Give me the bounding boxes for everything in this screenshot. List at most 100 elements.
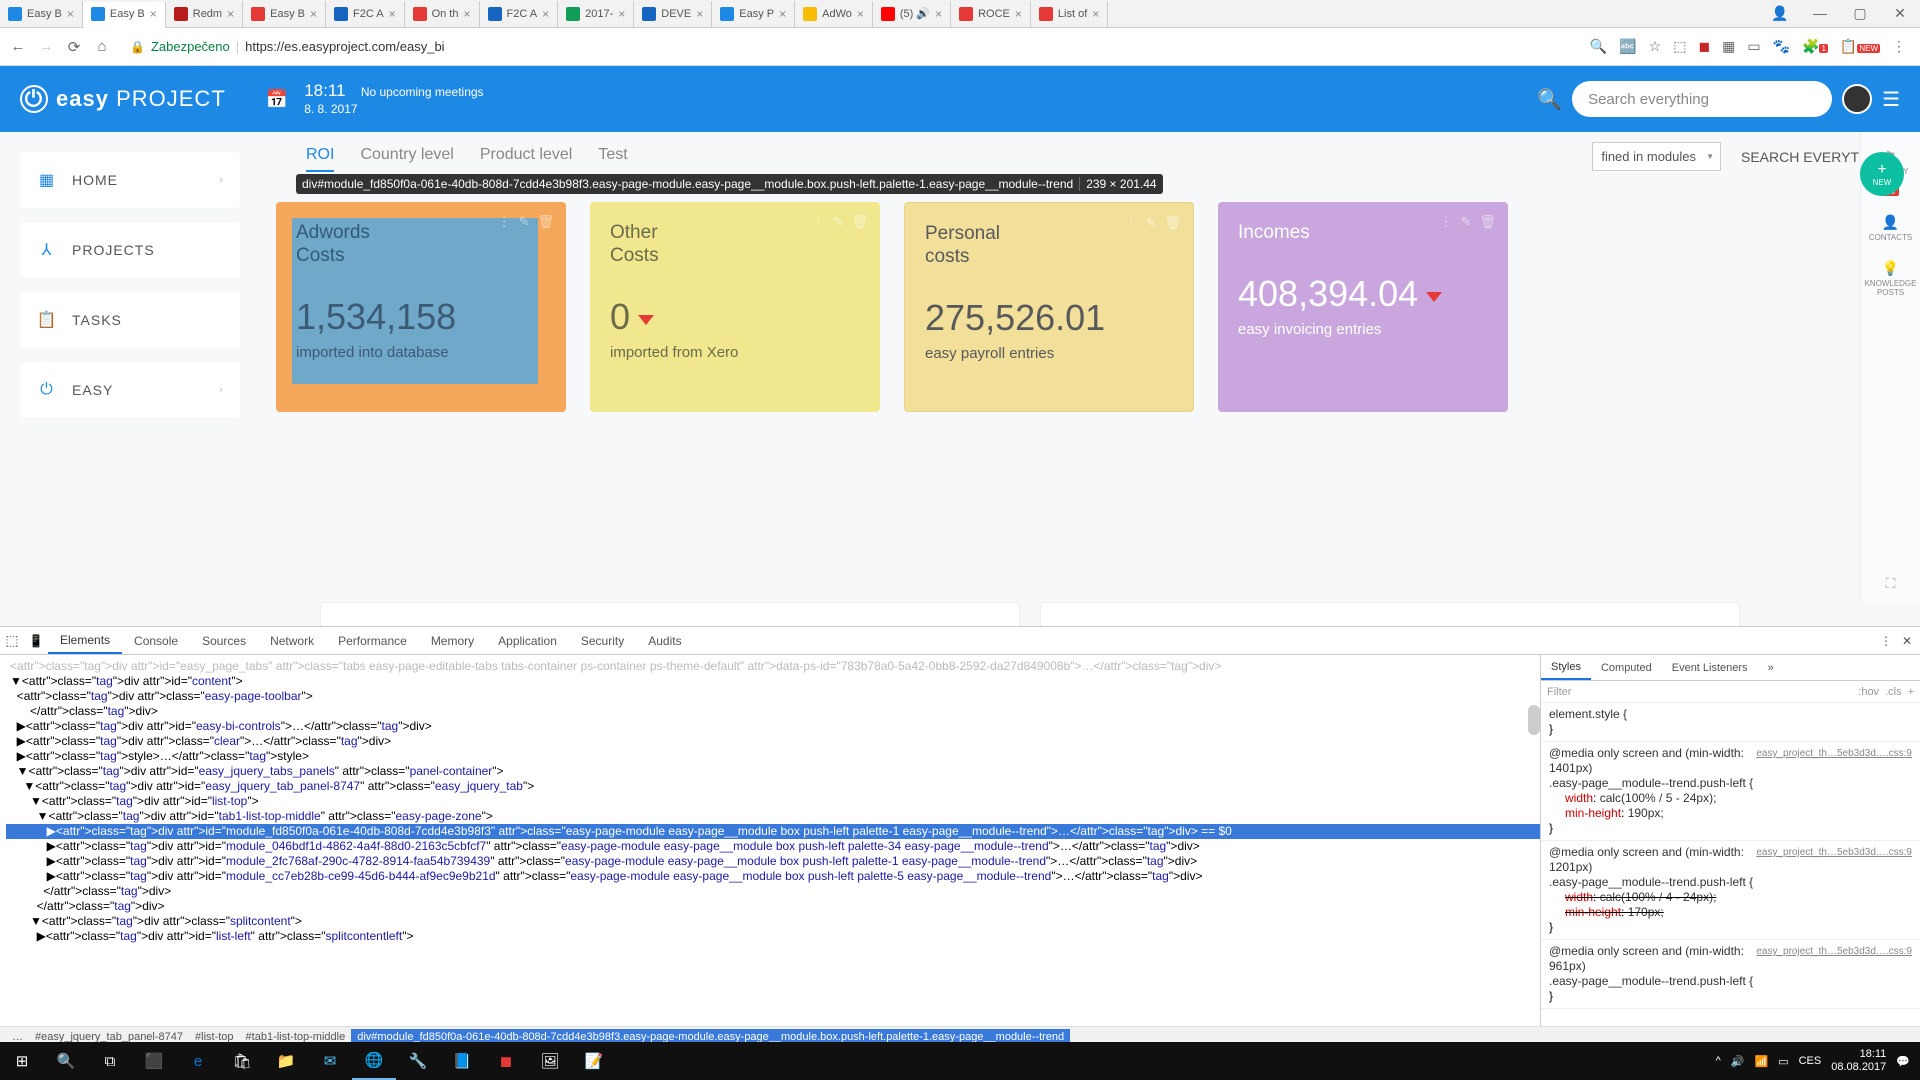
- dom-node-line[interactable]: </attr">class="tag">div>: [6, 899, 1540, 914]
- taskbar-app[interactable]: 🔧: [396, 1042, 440, 1080]
- knowledge-button[interactable]: 💡KNOWLEDGE POSTS: [1861, 260, 1920, 297]
- dom-node-line[interactable]: ▶<attr">class="tag">div attr">id="module…: [6, 854, 1540, 869]
- start-button[interactable]: ⊞: [0, 1042, 44, 1080]
- dom-node-line[interactable]: ▶<attr">class="tag">div attr">id="module…: [6, 839, 1540, 854]
- minimize-icon[interactable]: —: [1800, 5, 1840, 22]
- dom-node-line[interactable]: ▶<attr">class="tag">div attr">id="easy-b…: [6, 719, 1540, 734]
- css-rule[interactable]: element.style {}: [1541, 703, 1920, 742]
- tray-icon[interactable]: ▭: [1778, 1055, 1788, 1068]
- dom-node-line[interactable]: ▶<attr">class="tag">div attr">id="module…: [6, 824, 1540, 839]
- taskbar-app[interactable]: 🖼: [528, 1042, 572, 1080]
- styles-tab[interactable]: Styles: [1541, 655, 1591, 680]
- extension-icon[interactable]: 📋NEW: [1840, 38, 1880, 55]
- card-other[interactable]: ⋮✎🗑 OtherCosts 0 imported from Xero: [590, 202, 880, 412]
- computed-tab[interactable]: Computed: [1591, 655, 1662, 680]
- modules-dropdown[interactable]: fined in modules: [1592, 142, 1721, 171]
- browser-tab[interactable]: (5) 🔊×: [873, 1, 951, 27]
- taskbar-app[interactable]: 🌐: [352, 1042, 396, 1080]
- search-icon[interactable]: 🔍: [1537, 87, 1562, 112]
- notifications-icon[interactable]: 💬: [1896, 1055, 1910, 1068]
- close-icon[interactable]: ×: [310, 7, 317, 21]
- tray-chevron-icon[interactable]: ^: [1716, 1055, 1721, 1067]
- taskbar-app[interactable]: 📝: [572, 1042, 616, 1080]
- card-incomes[interactable]: ⋮✎🗑 Incomes 408,394.04 easy invoicing en…: [1218, 202, 1508, 412]
- close-icon[interactable]: ×: [1015, 7, 1022, 21]
- devtools-close-icon[interactable]: ✕: [1902, 634, 1912, 648]
- drag-icon[interactable]: ⋮: [1440, 214, 1453, 230]
- contacts-button[interactable]: 👤CONTACTS: [1869, 214, 1912, 242]
- tab-roi[interactable]: ROI: [306, 146, 334, 172]
- dom-node-line[interactable]: <attr">class="tag">div attr">id="easy_pa…: [6, 659, 1540, 674]
- dom-node-line[interactable]: ▼<attr">class="tag">div attr">id="tab1-l…: [6, 809, 1540, 824]
- zoom-icon[interactable]: 🔍: [1590, 38, 1607, 55]
- language-indicator[interactable]: CES: [1799, 1055, 1822, 1067]
- browser-tab[interactable]: 2017-×: [558, 1, 634, 27]
- card-adwords[interactable]: ⋮✎🗑 AdwordsCosts 1,534,158 imported into…: [276, 202, 566, 412]
- card-personal[interactable]: ⋮✎🗑 Personalcosts 275,526.01 easy payrol…: [904, 202, 1194, 412]
- close-icon[interactable]: ×: [389, 7, 396, 21]
- edit-icon[interactable]: ✎: [1146, 215, 1157, 231]
- devtools-tab-network[interactable]: Network: [258, 627, 326, 654]
- responsive-icon[interactable]: 📱: [24, 634, 48, 648]
- close-icon[interactable]: ✕: [1880, 5, 1920, 22]
- network-icon[interactable]: 📶: [1755, 1055, 1769, 1068]
- taskbar-app[interactable]: e: [176, 1042, 220, 1080]
- dom-node-line[interactable]: ▼<attr">class="tag">div attr">id="conten…: [6, 674, 1540, 689]
- url-input[interactable]: 🔒 Zabezpečeno | https://es.easyproject.c…: [120, 39, 1582, 54]
- menu-icon[interactable]: ☰: [1882, 87, 1900, 112]
- browser-tab[interactable]: List of×: [1031, 1, 1108, 27]
- task-view-icon[interactable]: ⧉: [88, 1042, 132, 1080]
- browser-tab[interactable]: On th×: [405, 1, 480, 27]
- drag-icon[interactable]: ⋮: [812, 214, 825, 230]
- css-rule[interactable]: easy_project_th…5eb3d3d….css:9@media onl…: [1541, 940, 1920, 1009]
- dom-node-line[interactable]: ▼<attr">class="tag">div attr">id="list-t…: [6, 794, 1540, 809]
- browser-tab[interactable]: Easy B×: [0, 1, 83, 27]
- styles-filter-input[interactable]: Filter: [1547, 686, 1571, 698]
- extension-icon[interactable]: ▭: [1747, 38, 1760, 55]
- close-icon[interactable]: ×: [67, 7, 74, 21]
- devtools-tab-security[interactable]: Security: [569, 627, 636, 654]
- taskbar-app[interactable]: 🛍: [220, 1042, 264, 1080]
- taskbar-app[interactable]: ✉: [308, 1042, 352, 1080]
- close-icon[interactable]: ×: [542, 7, 549, 21]
- dom-node-line[interactable]: ▼<attr">class="tag">div attr">id="easy_j…: [6, 779, 1540, 794]
- home-icon[interactable]: ⌂: [92, 38, 112, 55]
- delete-icon[interactable]: 🗑: [1479, 214, 1496, 230]
- breadcrumb-item[interactable]: …: [6, 1031, 29, 1043]
- devtools-tab-performance[interactable]: Performance: [326, 627, 419, 654]
- devtools-tab-application[interactable]: Application: [486, 627, 569, 654]
- dom-node-line[interactable]: </attr">class="tag">div>: [6, 704, 1540, 719]
- dom-node-line[interactable]: ▼<attr">class="tag">div attr">class="spl…: [6, 914, 1540, 929]
- browser-tab[interactable]: AdWo×: [795, 1, 873, 27]
- devtools-tab-audits[interactable]: Audits: [636, 627, 693, 654]
- delete-icon[interactable]: 🗑: [1164, 215, 1181, 231]
- close-icon[interactable]: ×: [150, 7, 157, 21]
- scrollbar-thumb[interactable]: [1528, 705, 1540, 735]
- extension-icon[interactable]: ◼: [1698, 38, 1710, 55]
- elements-pane[interactable]: <attr">class="tag">div attr">id="easy_pa…: [0, 655, 1540, 1026]
- taskbar-app[interactable]: ◼: [484, 1042, 528, 1080]
- taskbar-app[interactable]: 📘: [440, 1042, 484, 1080]
- browser-tab[interactable]: ROCE×: [951, 1, 1031, 27]
- extension-icon[interactable]: ▦: [1722, 38, 1735, 55]
- dom-node-line[interactable]: ▶<attr">class="tag">div attr">id="module…: [6, 869, 1540, 884]
- menu-icon[interactable]: ⋮: [1892, 38, 1906, 55]
- back-icon[interactable]: ←: [8, 38, 28, 55]
- devtools-tab-memory[interactable]: Memory: [419, 627, 486, 654]
- sidebar-item-tasks[interactable]: 📋TASKS: [20, 292, 240, 348]
- taskbar-app[interactable]: ⬛: [132, 1042, 176, 1080]
- dom-node-line[interactable]: <attr">class="tag">div attr">class="easy…: [6, 689, 1540, 704]
- expand-icon[interactable]: ⛶: [1886, 575, 1896, 592]
- devtools-tab-elements[interactable]: Elements: [48, 627, 122, 654]
- tab-product[interactable]: Product level: [480, 146, 573, 172]
- delete-icon[interactable]: 🗑: [851, 214, 868, 230]
- sidebar-item-easy[interactable]: ⏻EASY›: [20, 362, 240, 418]
- close-icon[interactable]: ×: [1092, 7, 1099, 21]
- devtools-tab-sources[interactable]: Sources: [190, 627, 258, 654]
- close-icon[interactable]: ×: [857, 7, 864, 21]
- extension-icon[interactable]: ⬚: [1673, 38, 1686, 55]
- close-icon[interactable]: ×: [935, 7, 942, 21]
- browser-tab[interactable]: F2C A×: [326, 1, 405, 27]
- close-icon[interactable]: ×: [227, 7, 234, 21]
- breadcrumb-item[interactable]: #list-top: [189, 1031, 240, 1043]
